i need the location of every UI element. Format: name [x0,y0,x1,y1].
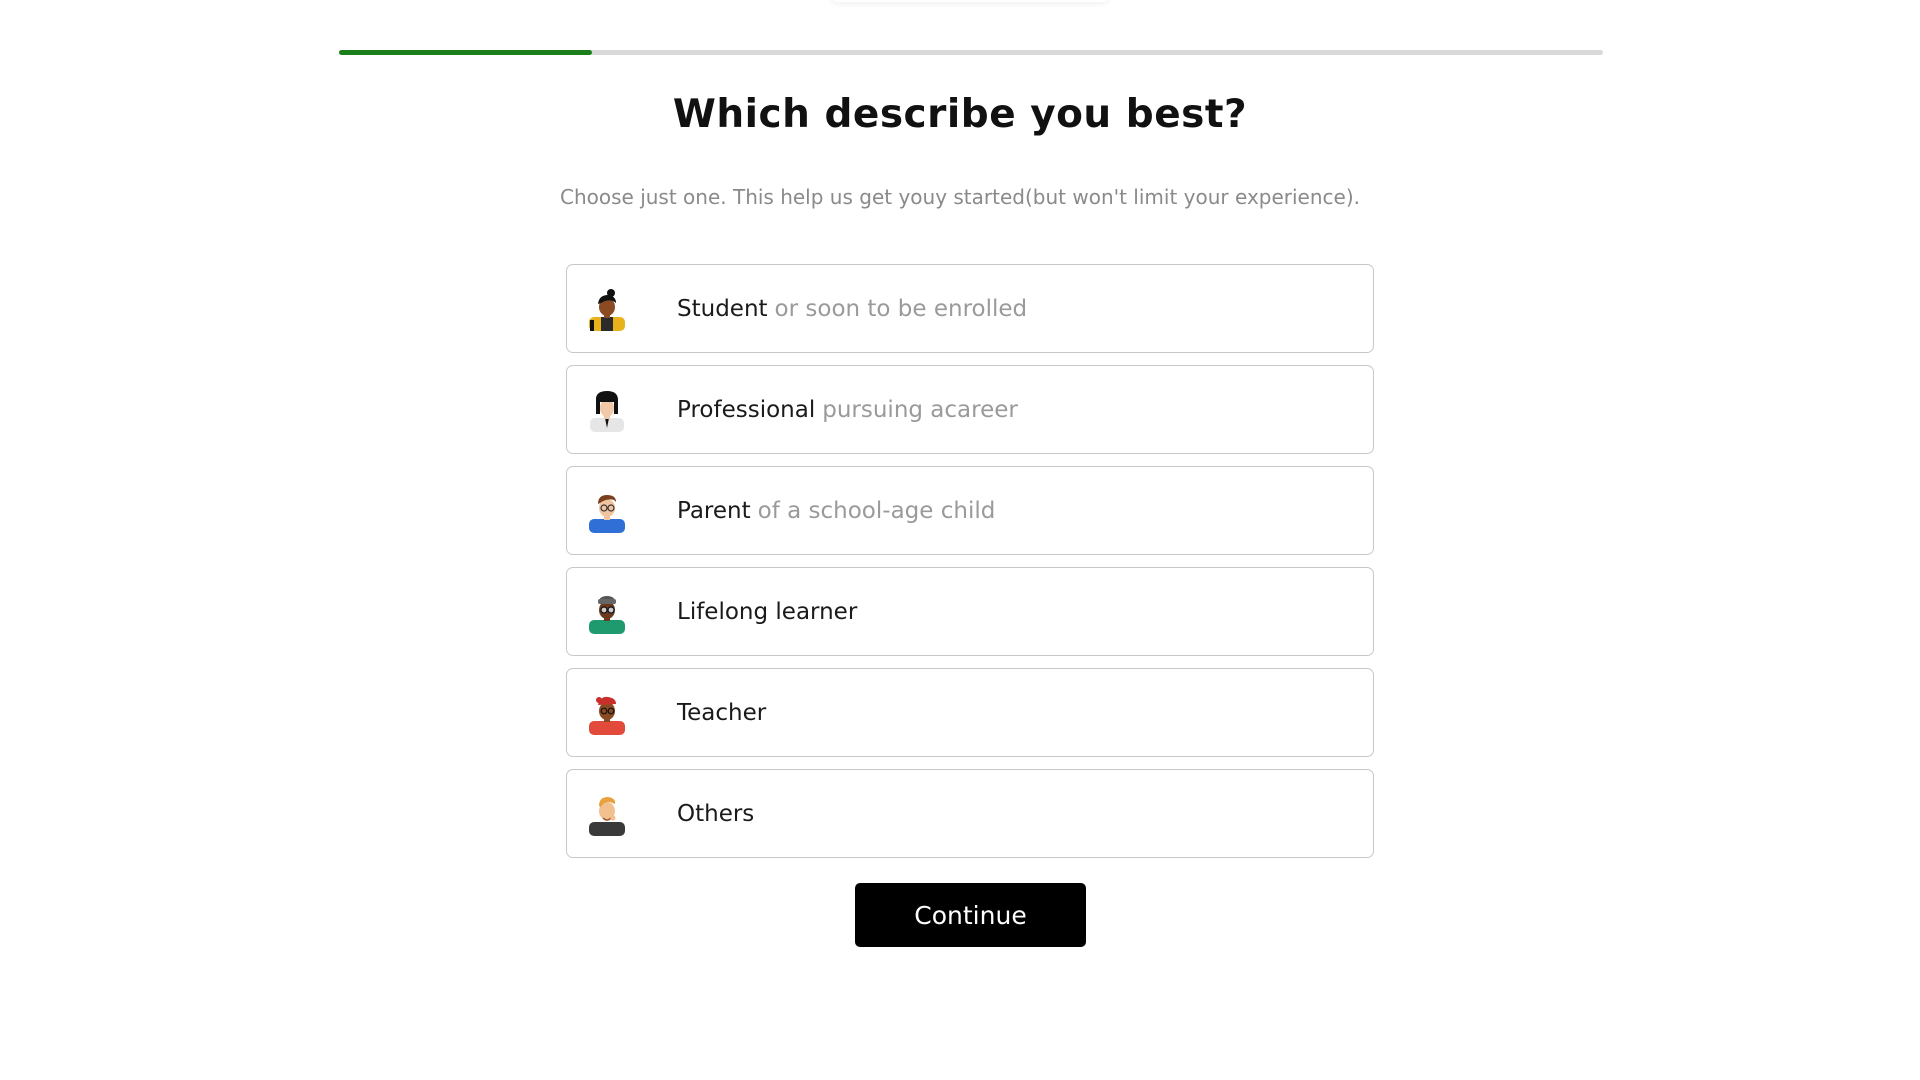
option-parent[interactable]: Parent of a school-age child [566,466,1374,555]
option-label-wrap: Parent of a school-age child [677,498,995,524]
option-label: Others [677,800,755,827]
option-sublabel: pursuing acareer [822,396,1018,423]
page-title: Which describe you best? [672,92,1248,137]
option-label: Student [677,295,768,322]
option-label-wrap: Others [677,801,754,827]
option-label: Parent [677,497,751,524]
parent-avatar-icon [585,489,629,533]
student-avatar-icon [585,287,629,331]
option-sublabel: or soon to be enrolled [774,295,1028,322]
progress-bar [339,50,1603,55]
option-others[interactable]: Others [566,769,1374,858]
page-subtitle: Choose just one. This help us get youy s… [560,185,1360,209]
lifelong-learner-avatar-icon [585,590,629,634]
others-avatar-icon [585,792,629,836]
option-label-wrap: Student or soon to be enrolled [677,296,1027,322]
option-label-wrap: Lifelong learner [677,599,857,625]
top-tab [830,0,1110,2]
option-professional[interactable]: Professional pursuing acareer [566,365,1374,454]
option-lifelong-learner[interactable]: Lifelong learner [566,567,1374,656]
teacher-avatar-icon [585,691,629,735]
role-options-list: Student or soon to be enrolled Profession… [566,264,1374,870]
option-teacher[interactable]: Teacher [566,668,1374,757]
option-label: Professional [677,396,816,423]
option-label-wrap: Teacher [677,700,766,726]
option-label: Lifelong learner [677,598,858,625]
option-student[interactable]: Student or soon to be enrolled [566,264,1374,353]
option-label: Teacher [677,699,767,726]
professional-avatar-icon [585,388,629,432]
progress-bar-fill [339,50,592,55]
option-label-wrap: Professional pursuing acareer [677,397,1018,423]
onboarding-page: Which describe you best? Choose just one… [0,0,1920,1080]
option-sublabel: of a school-age child [757,497,996,524]
continue-button[interactable]: Continue [855,883,1086,947]
